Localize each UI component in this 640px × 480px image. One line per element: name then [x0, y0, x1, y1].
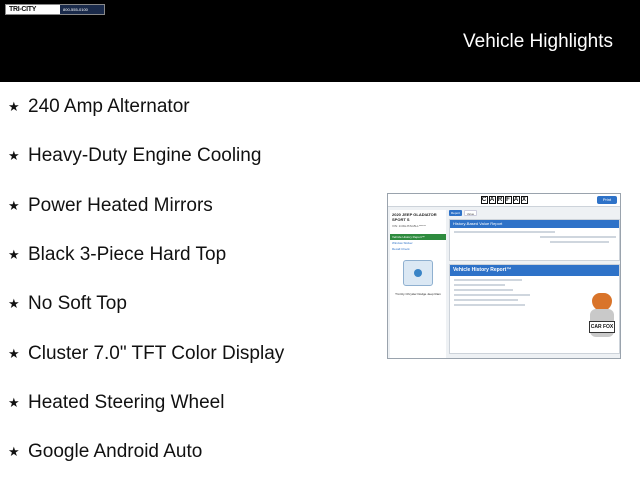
- vehicle-vin: VIN: 1C6HJTAG5LL******: [392, 224, 426, 228]
- feature-label: Power Heated Mirrors: [28, 195, 213, 216]
- history-report-title: Vehicle History Report™: [450, 265, 619, 276]
- carfax-report-thumbnail[interactable]: CARFAX Print 2020 JEEP GLADIATOR SPORT S…: [387, 193, 621, 359]
- dealer-logo[interactable]: TRI-CITY 800-555-0100: [5, 4, 105, 15]
- list-item: ★ Power Heated Mirrors: [8, 192, 213, 220]
- carfox-mascot-icon: CAR FOX: [589, 293, 615, 337]
- text-line: [454, 279, 522, 281]
- carfax-topbar: CARFAX Print: [388, 194, 620, 207]
- header-bar: TRI-CITY 800-555-0100 Vehicle Highlights: [0, 0, 640, 82]
- sidebar-item-recall-check[interactable]: Recall Check: [390, 246, 446, 252]
- star-bullet-icon: ★: [8, 198, 20, 213]
- carfax-sidebar: 2020 JEEP GLADIATOR SPORT S VIN: 1C6HJTA…: [390, 210, 446, 358]
- list-item: ★ Cluster 7.0" TFT Color Display: [8, 340, 284, 368]
- star-bullet-icon: ★: [8, 395, 20, 410]
- feature-label: Google Android Auto: [28, 441, 203, 462]
- feature-label: Heated Steering Wheel: [28, 392, 225, 413]
- text-line: [454, 304, 525, 306]
- list-item: ★ Black 3-Piece Hard Top: [8, 241, 226, 269]
- dealer-name: Tri-City Chrysler Dodge Jeep Ram: [395, 292, 441, 296]
- value-badge-icon: [403, 260, 433, 286]
- list-item: ★ No Soft Top: [8, 290, 127, 318]
- star-bullet-icon: ★: [8, 148, 20, 163]
- carfax-tabs: Report Value: [449, 210, 620, 217]
- list-item: ★ Heated Steering Wheel: [8, 389, 224, 417]
- value-report-card: History-Based Value Report: [449, 219, 620, 261]
- list-item: ★ Heavy-Duty Engine Cooling: [8, 142, 261, 170]
- tab-report[interactable]: Report: [449, 210, 462, 216]
- print-button[interactable]: Print: [597, 196, 617, 204]
- star-bullet-icon: ★: [8, 346, 20, 361]
- star-bullet-icon: ★: [8, 247, 20, 262]
- text-line: [540, 236, 617, 238]
- star-bullet-icon: ★: [8, 296, 20, 311]
- text-line: [454, 294, 531, 296]
- dealer-logo-phone: 800-555-0100: [60, 5, 104, 14]
- carfox-sign: CAR FOX: [589, 321, 615, 333]
- feature-label: No Soft Top: [28, 293, 127, 314]
- dealer-logo-text: TRI-CITY: [6, 5, 60, 14]
- star-bullet-icon: ★: [8, 99, 20, 114]
- text-line: [454, 299, 519, 301]
- text-line: [454, 284, 505, 286]
- page-title: Vehicle Highlights: [463, 31, 613, 52]
- history-report-card: Vehicle History Report™ CAR FOX: [449, 264, 620, 354]
- feature-label: Heavy-Duty Engine Cooling: [28, 145, 262, 166]
- feature-label: 240 Amp Alternator: [28, 96, 190, 117]
- list-item: ★ Google Android Auto: [8, 438, 202, 466]
- text-line: [454, 289, 514, 291]
- tab-value[interactable]: Value: [464, 210, 477, 216]
- value-report-title: History-Based Value Report: [450, 220, 619, 228]
- carfax-logo: CARFAX: [480, 196, 528, 204]
- vehicle-name: 2020 JEEP GLADIATOR SPORT S: [392, 212, 437, 222]
- carfax-main: Report Value History-Based Value Report …: [449, 210, 620, 358]
- text-line: [454, 231, 556, 233]
- text-line: [550, 241, 610, 243]
- list-item: ★ 240 Amp Alternator: [8, 93, 190, 121]
- star-bullet-icon: ★: [8, 444, 20, 459]
- feature-label: Black 3-Piece Hard Top: [28, 244, 227, 265]
- feature-label: Cluster 7.0" TFT Color Display: [28, 343, 285, 364]
